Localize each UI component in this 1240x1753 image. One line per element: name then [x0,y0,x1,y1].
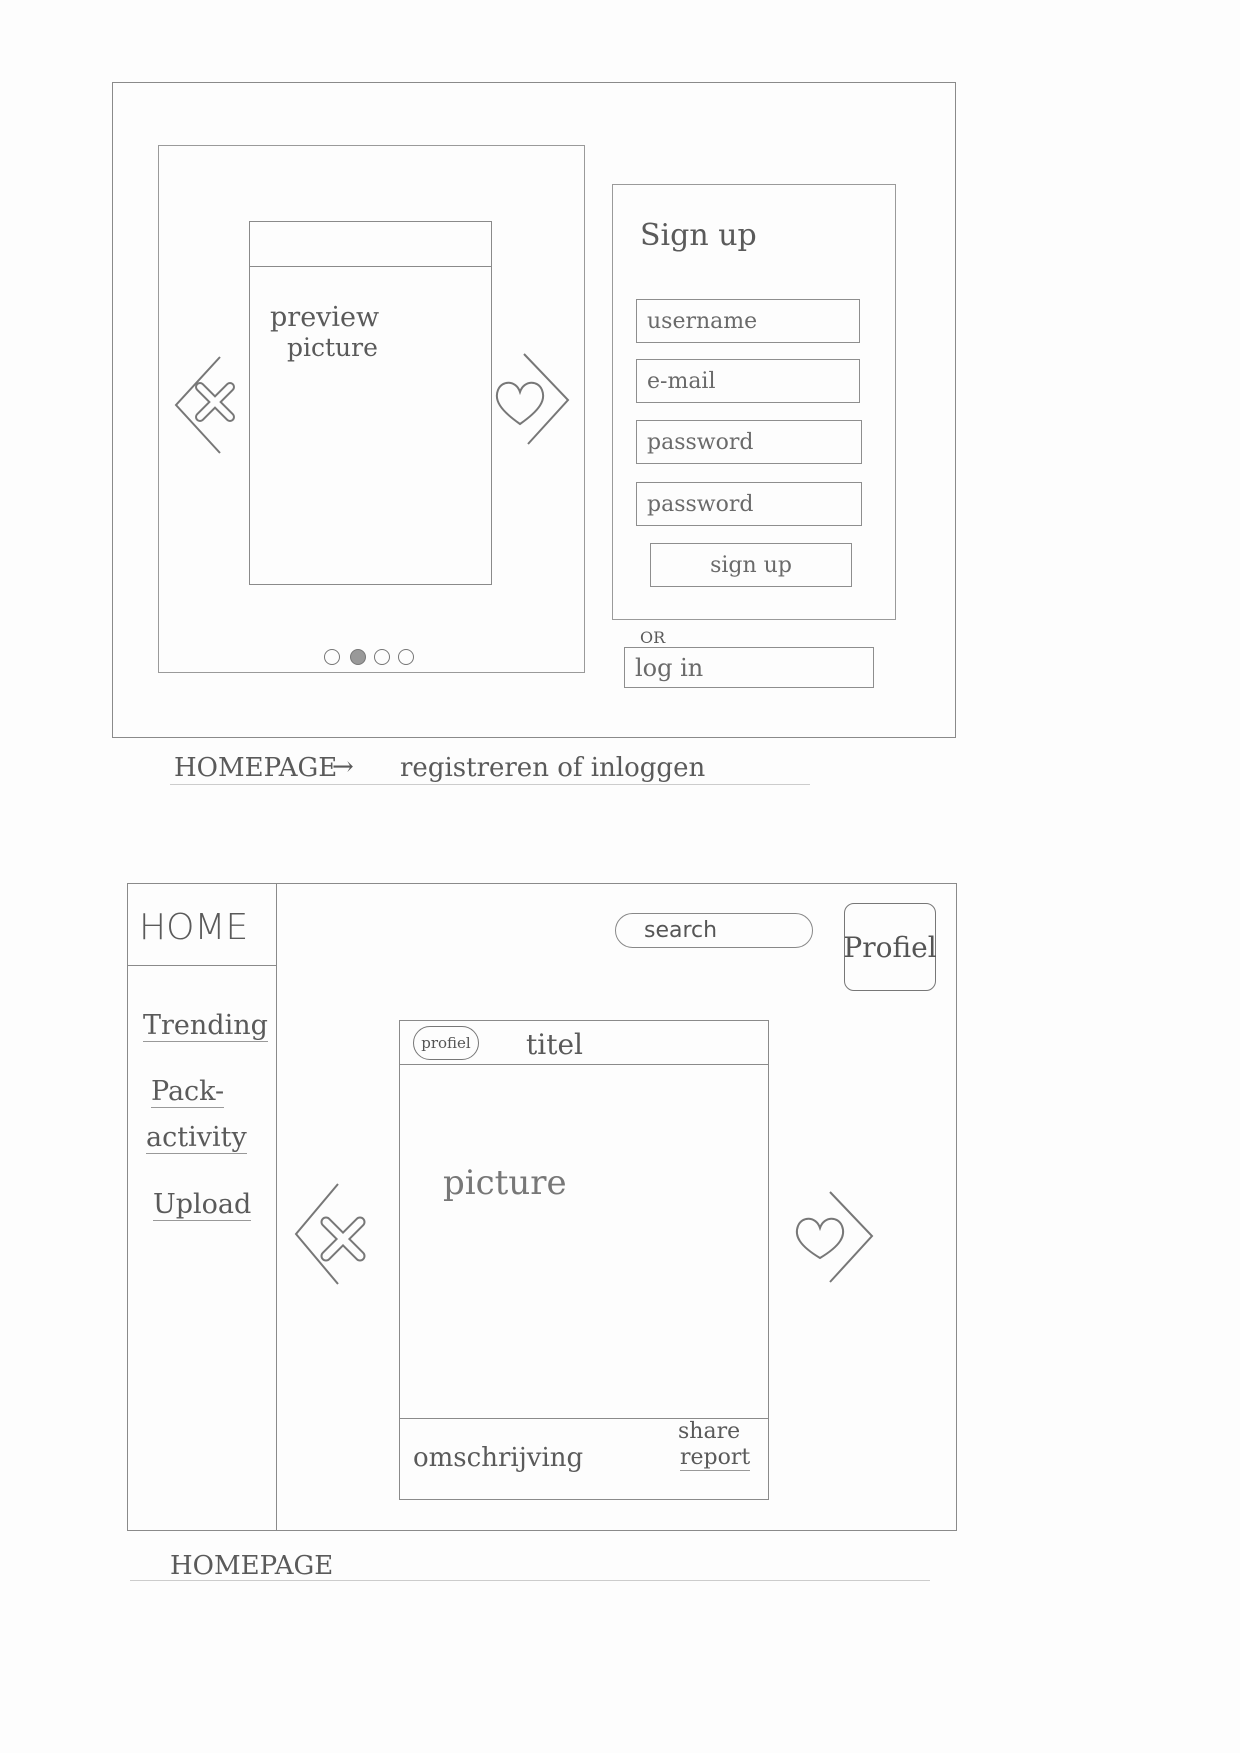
login-button[interactable]: log in [624,647,874,688]
signup-title: Sign up [640,218,757,253]
signup-caption-right: registreren of inloggen [400,753,706,783]
password-field[interactable]: password [636,420,862,464]
preview-text-line-1: preview [270,302,380,333]
like-heart-icon[interactable] [494,352,574,452]
search-input[interactable]: search [615,913,813,948]
post-card-header-divider [399,1064,769,1065]
carousel-dot-2[interactable] [350,649,366,665]
sidebar-item-upload[interactable]: Upload [153,1189,252,1221]
email-field[interactable]: e-mail [636,359,860,403]
signup-caption-underline [170,784,810,785]
post-profile-badge[interactable]: profiel [413,1026,479,1060]
sidebar-header-divider [127,965,276,966]
post-picture-label: picture [443,1163,567,1203]
sidebar-item-trending[interactable]: Trending [143,1010,268,1042]
dislike-x-icon[interactable] [172,355,252,455]
share-link[interactable]: share [678,1419,740,1444]
preview-text-line-2: picture [287,333,378,362]
carousel-dot-1[interactable] [324,649,340,665]
report-link[interactable]: report [680,1445,751,1471]
post-description: omschrijving [413,1443,584,1473]
sidebar-item-pack[interactable]: Pack- [151,1076,225,1108]
preview-phone-header-divider [249,266,492,267]
home-caption: HOMEPAGE [170,1551,334,1581]
preview-phone [249,221,492,585]
home-caption-underline [130,1580,930,1581]
like-heart-icon[interactable] [792,1190,882,1300]
sidebar-item-activity[interactable]: activity [146,1122,247,1154]
signup-caption-arrow: → [332,752,354,782]
profile-button[interactable]: Profiel [843,903,937,991]
carousel-dot-4[interactable] [398,649,414,665]
or-label: OR [640,628,666,647]
dislike-x-icon[interactable] [292,1182,382,1292]
signup-caption-left: HOMEPAGE [174,753,338,783]
confirm-password-field[interactable]: password [636,482,862,526]
signup-button[interactable]: sign up [650,543,852,587]
post-title: titel [526,1028,583,1061]
sidebar-divider [276,883,277,1531]
home-label[interactable]: HOME [139,907,248,948]
carousel-dot-3[interactable] [374,649,390,665]
username-field[interactable]: username [636,299,860,343]
